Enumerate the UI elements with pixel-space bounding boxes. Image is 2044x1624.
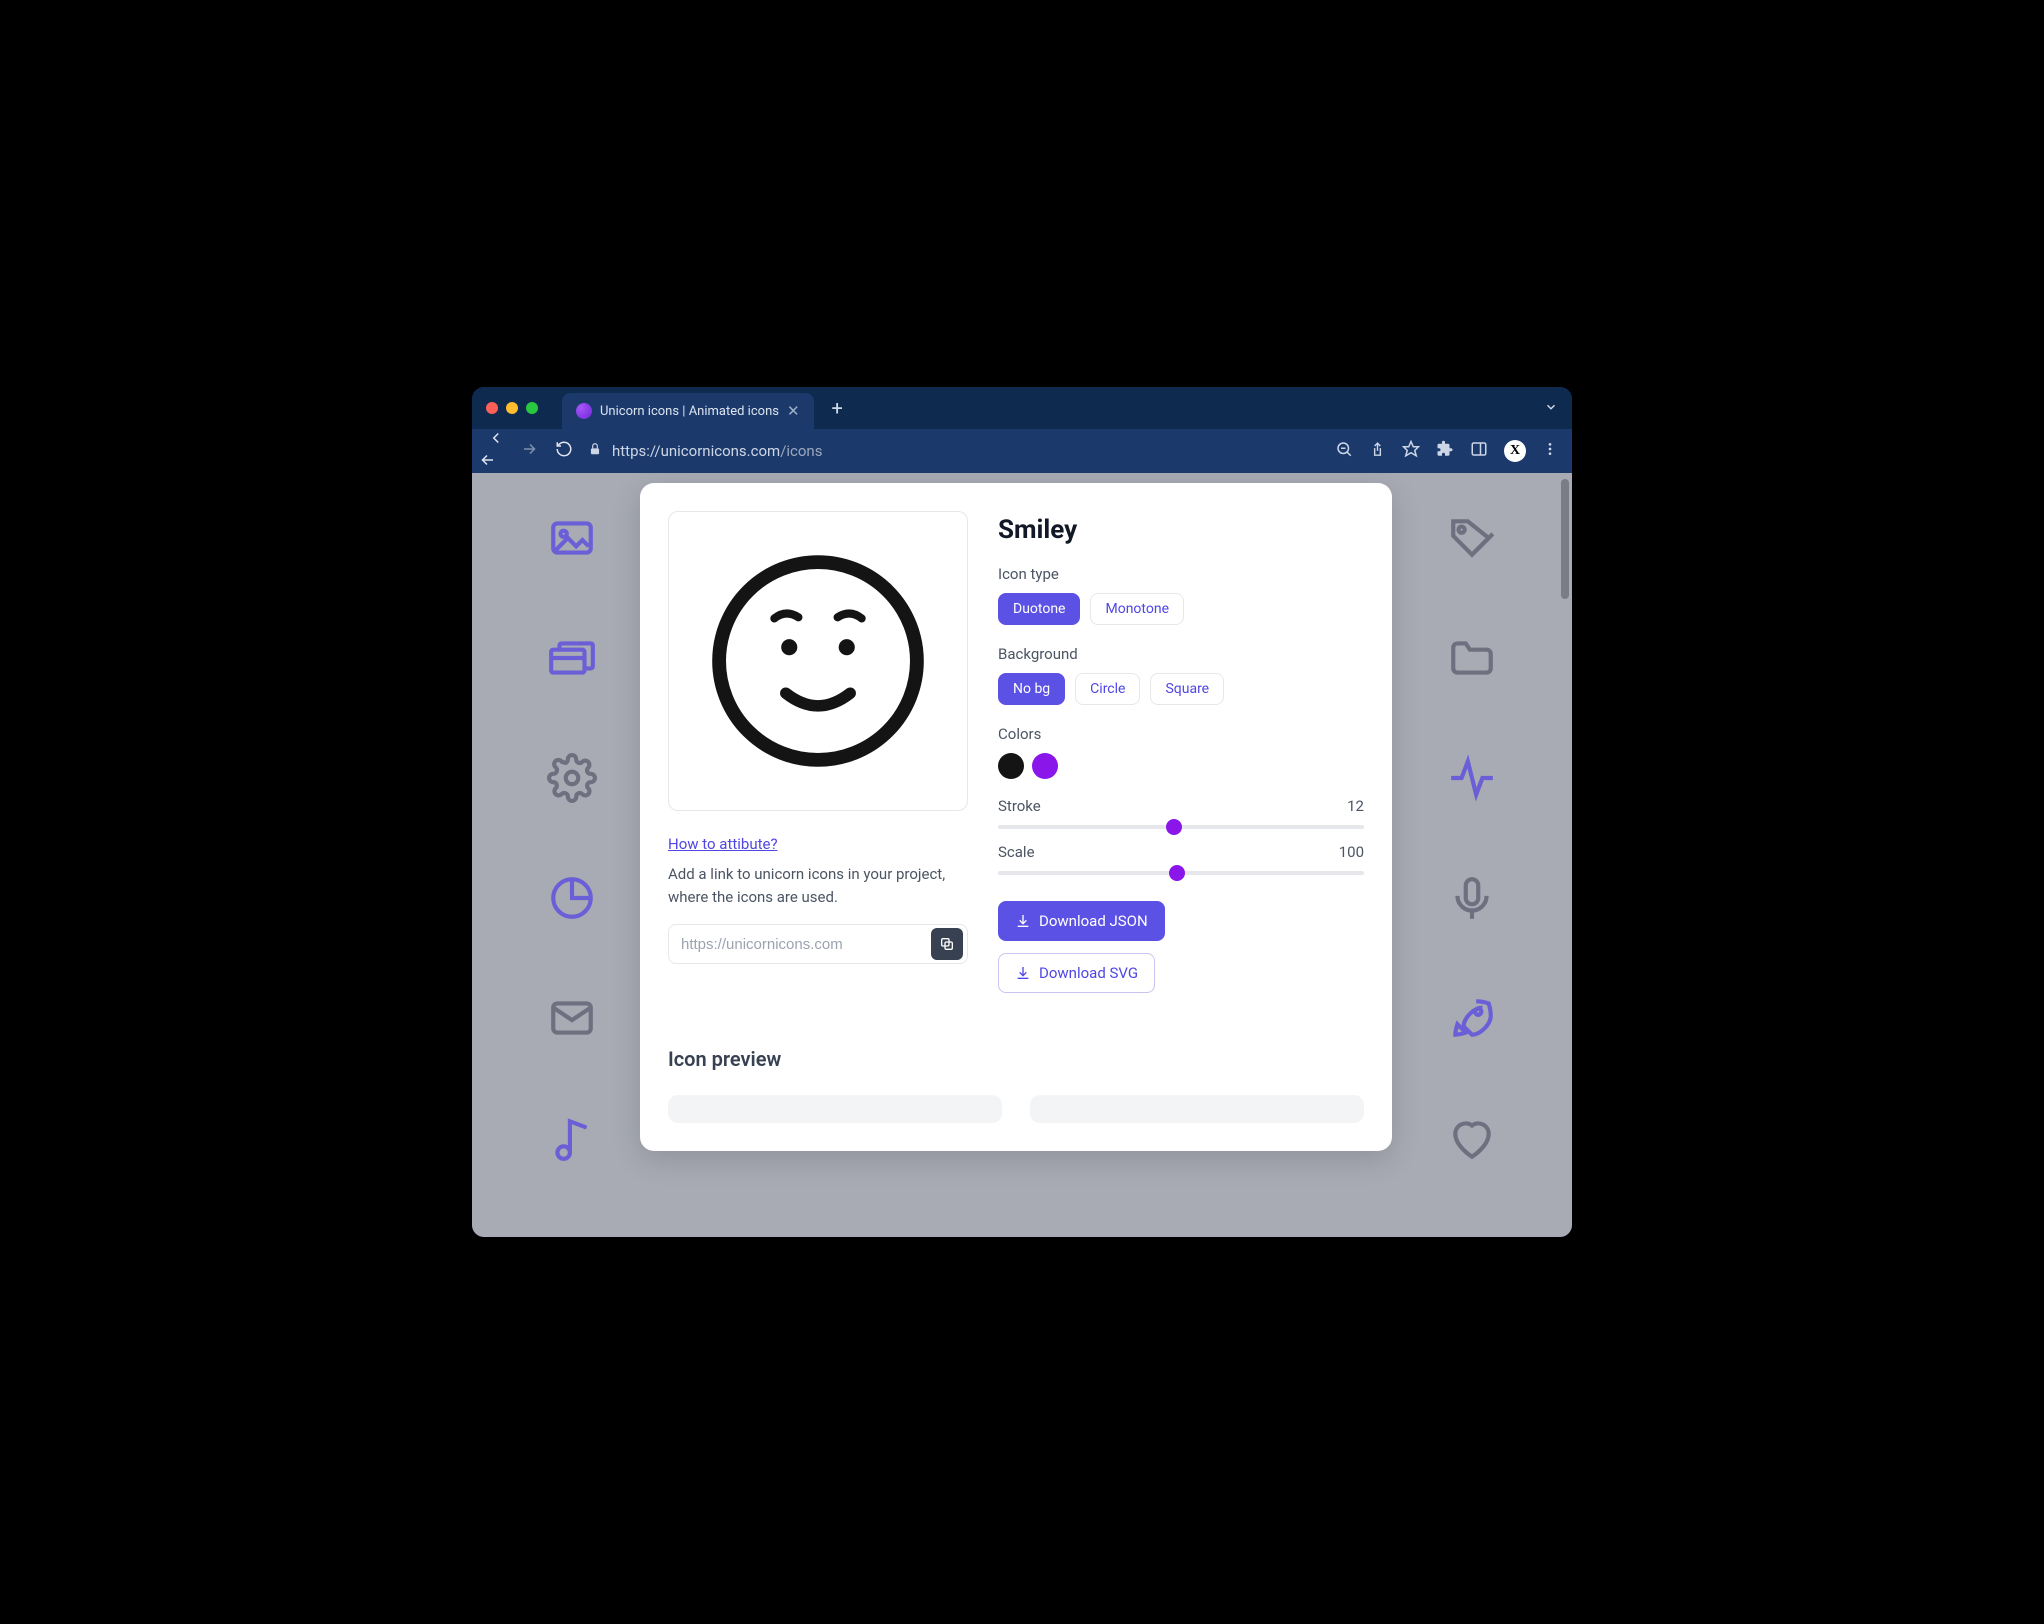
toolbar: https://unicornicons.com/icons X: [472, 429, 1572, 473]
folder-icon[interactable]: [1447, 633, 1497, 683]
back-button[interactable]: [486, 429, 506, 473]
page-viewport: How to attibute? Add a link to unicorn i…: [472, 473, 1572, 1237]
new-tab-button[interactable]: +: [832, 396, 843, 420]
pie-icon[interactable]: [547, 873, 597, 923]
profile-avatar[interactable]: X: [1504, 440, 1526, 462]
icon-preview: [668, 511, 968, 811]
download-svg-button[interactable]: Download SVG: [998, 953, 1155, 993]
preview-card-2: [1030, 1095, 1364, 1123]
heart-icon[interactable]: [1447, 1113, 1497, 1163]
stroke-slider[interactable]: [998, 825, 1364, 829]
maximize-window-button[interactable]: [526, 402, 538, 414]
minimize-window-button[interactable]: [506, 402, 518, 414]
reload-button[interactable]: [554, 440, 574, 462]
icon-type-label: Icon type: [998, 565, 1364, 583]
preview-card-1: [668, 1095, 1002, 1123]
rocket-icon[interactable]: [1447, 993, 1497, 1043]
gear-icon[interactable]: [547, 753, 597, 803]
music-icon[interactable]: [547, 1113, 597, 1163]
download-json-button[interactable]: Download JSON: [998, 901, 1165, 941]
stroke-slider-thumb[interactable]: [1166, 819, 1182, 835]
close-tab-icon[interactable]: ✕: [787, 402, 800, 420]
lock-icon: [588, 442, 602, 460]
window-controls: [486, 402, 538, 414]
panel-icon[interactable]: [1470, 440, 1488, 462]
bg-icons-right: [1412, 503, 1532, 1237]
tabs-dropdown-icon[interactable]: [1544, 399, 1558, 418]
url-bar[interactable]: https://unicornicons.com/icons: [588, 442, 1321, 460]
url-host: https://unicornicons.com: [612, 442, 780, 460]
preview-section-title: Icon preview: [668, 1047, 1364, 1071]
scale-value: 100: [1339, 843, 1364, 861]
color-swatch-2[interactable]: [1032, 753, 1058, 779]
browser-window: Unicorn icons | Animated icons ✕ + https…: [472, 387, 1572, 1237]
icon-name: Smiley: [998, 515, 1364, 545]
icon-type-duotone[interactable]: Duotone: [998, 593, 1080, 625]
colors-label: Colors: [998, 725, 1364, 743]
download-svg-label: Download SVG: [1039, 964, 1138, 982]
color-swatch-1[interactable]: [998, 753, 1024, 779]
stroke-label: Stroke: [998, 797, 1041, 815]
attribution-text: Add a link to unicorn icons in your proj…: [668, 863, 968, 908]
copy-icon: [939, 936, 955, 952]
download-icon: [1015, 913, 1031, 929]
zoom-icon[interactable]: [1335, 440, 1353, 462]
menu-icon[interactable]: [1542, 441, 1558, 461]
background-label: Background: [998, 645, 1364, 663]
copy-button[interactable]: [931, 928, 963, 960]
toolbar-right: X: [1335, 440, 1558, 462]
controls: Smiley Icon type Duotone Monotone Backgr…: [998, 511, 1364, 993]
scrollbar[interactable]: [1561, 479, 1569, 599]
browser-tab[interactable]: Unicorn icons | Animated icons ✕: [562, 393, 814, 429]
share-icon[interactable]: [1369, 441, 1386, 462]
download-icon: [1015, 965, 1031, 981]
extensions-icon[interactable]: [1436, 440, 1454, 462]
url-text: https://unicornicons.com/icons: [612, 442, 822, 460]
bg-option-square[interactable]: Square: [1150, 673, 1224, 705]
activity-icon[interactable]: [1447, 753, 1497, 803]
forward-button[interactable]: [520, 440, 540, 462]
favicon-icon: [576, 403, 592, 419]
titlebar: Unicorn icons | Animated icons ✕ +: [472, 387, 1572, 429]
scale-slider-thumb[interactable]: [1169, 865, 1185, 881]
color-swatches: [998, 753, 1364, 779]
attribution-link[interactable]: How to attibute?: [668, 835, 968, 853]
mail-icon[interactable]: [547, 993, 597, 1043]
icon-detail-card: How to attibute? Add a link to unicorn i…: [640, 483, 1392, 1151]
download-json-label: Download JSON: [1039, 912, 1148, 930]
cards-icon[interactable]: [547, 633, 597, 683]
preview-section: Icon preview: [668, 1047, 1364, 1123]
attribution-url-input[interactable]: [669, 936, 931, 953]
attribution-url-field: [668, 924, 968, 964]
smiley-icon: [703, 546, 933, 776]
stroke-value: 12: [1347, 797, 1364, 815]
scale-slider[interactable]: [998, 871, 1364, 875]
mic-icon[interactable]: [1447, 873, 1497, 923]
tab-title: Unicorn icons | Animated icons: [600, 404, 779, 419]
icon-type-monotone[interactable]: Monotone: [1090, 593, 1184, 625]
bg-option-none[interactable]: No bg: [998, 673, 1065, 705]
scale-label: Scale: [998, 843, 1035, 861]
bg-option-circle[interactable]: Circle: [1075, 673, 1140, 705]
bg-icons-left: [512, 503, 632, 1237]
tag-icon[interactable]: [1447, 513, 1497, 563]
close-window-button[interactable]: [486, 402, 498, 414]
bookmark-icon[interactable]: [1402, 440, 1420, 462]
image-icon[interactable]: [547, 513, 597, 563]
url-path: /icons: [780, 442, 822, 460]
